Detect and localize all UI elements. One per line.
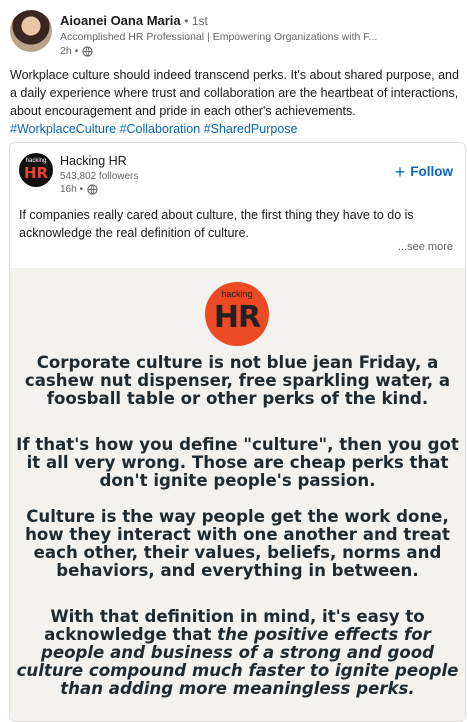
connection-degree: • 1st	[184, 14, 208, 28]
logo-big-text: HR	[23, 164, 49, 182]
follower-count: 543,802 followers	[60, 171, 139, 182]
follow-button[interactable]: + Follow	[394, 161, 453, 182]
post-time: 2h •	[60, 45, 79, 57]
author-avatar[interactable]	[10, 10, 52, 52]
shared-post-text: If companies really cared about culture,…	[19, 208, 414, 240]
image-paragraph-1: Corporate culture is not blue jean Frida…	[24, 353, 451, 408]
globe-icon	[87, 184, 98, 195]
post-meta: 2h •	[60, 45, 93, 57]
globe-icon	[82, 45, 93, 57]
shared-post-card: hacking HR Hacking HR 543,802 followers …	[9, 142, 466, 722]
plus-icon: +	[394, 161, 406, 182]
image-logo-big-text: HR	[213, 300, 261, 335]
image-paragraph-2: If that's how you define "culture", then…	[16, 435, 459, 490]
shared-post-time: 16h •	[60, 184, 83, 195]
hacking-hr-logo[interactable]: hacking HR	[19, 153, 53, 187]
shared-post-meta: 16h •	[60, 184, 98, 195]
image-paragraph-4: With that definition in mind, it's easy …	[16, 608, 459, 698]
image-hacking-hr-logo: hacking HR	[205, 282, 269, 346]
post-text: Workplace culture should indeed transcen…	[10, 66, 460, 138]
image-logo-small-text: hacking	[221, 289, 253, 299]
hashtag-workplaceculture[interactable]: #WorkplaceCulture	[10, 122, 116, 136]
post-author-header: Aioanei Oana Maria • 1st Accomplished HR…	[10, 10, 458, 62]
post-body: Workplace culture should indeed transcen…	[10, 68, 459, 118]
author-name[interactable]: Aioanei Oana Maria • 1st	[60, 13, 208, 28]
post-image[interactable]: hacking HR Corporate culture is not blue…	[10, 268, 465, 721]
author-headline: Accomplished HR Professional | Empowerin…	[60, 31, 378, 43]
hashtag-sharedpurpose[interactable]: #SharedPurpose	[204, 122, 298, 136]
image-paragraph-3: Culture is the way people get the work d…	[25, 507, 450, 580]
author-name-text[interactable]: Aioanei Oana Maria	[60, 13, 181, 28]
follow-label: Follow	[410, 164, 453, 179]
hashtag-collaboration[interactable]: #Collaboration	[120, 122, 201, 136]
org-name[interactable]: Hacking HR	[60, 154, 127, 168]
see-more-link[interactable]: ...see more	[398, 241, 453, 253]
